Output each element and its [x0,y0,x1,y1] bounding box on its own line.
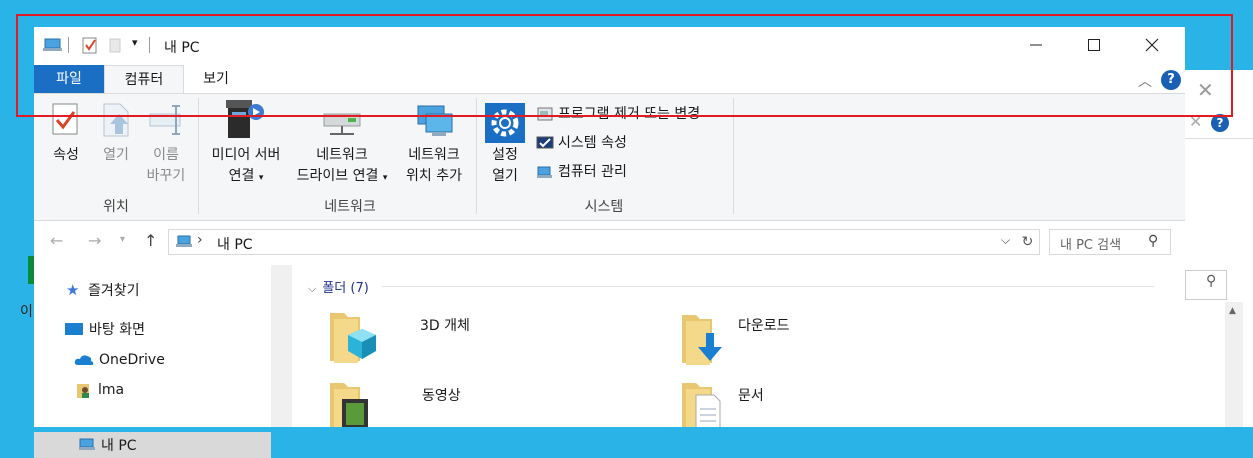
background-window: ✕ ✕ ? ⚲ ▲ [1185,70,1253,427]
nav-item-label: 즐겨찾기 [88,283,140,299]
divider [382,286,1154,287]
settings-label-line1: 설정 [492,147,518,163]
group-label-location: 위치 [103,199,129,215]
rename-button[interactable]: 이름 바꾸기 [142,145,190,187]
folder-label[interactable]: 동영상 [422,385,461,405]
open-button[interactable]: 열기 [94,145,138,166]
back-arrow-icon[interactable]: ← [50,231,63,250]
folder-label[interactable]: 문서 [738,385,764,405]
system-properties-label: 시스템 속성 [558,135,627,151]
rename-label-line1: 이름 [153,147,179,163]
forward-arrow-icon[interactable]: → [88,231,101,250]
pane-splitter[interactable] [271,265,292,427]
media-server-label-line2: 연결 ▾ [202,166,290,189]
folder-label[interactable]: 3D 개체 [420,315,470,335]
nav-item-label: 내 PC [101,438,137,454]
nav-item-label: 바탕 화면 [89,322,145,338]
content-pane: ⌵ 폴더 (7) 3D 개체 다운로드 동영상 문서 [292,265,1185,427]
section-title: 폴더 (7) [322,281,369,296]
search-icon: ⚲ [1206,273,1217,289]
chevron-down-icon: ▾ [382,173,388,183]
map-drive-label-text: 드라이브 연결 [296,168,379,184]
cloud-icon [74,355,94,365]
downloads-folder-icon[interactable] [680,311,730,365]
add-network-label-line2: 위치 추가 [406,168,462,184]
3d-objects-folder-icon[interactable] [328,309,378,365]
media-server-label-line1: 미디어 서버 [211,147,281,163]
up-arrow-icon[interactable]: ↑ [144,231,157,250]
nav-item-desktop[interactable]: 바탕 화면 [34,316,271,342]
nav-item-label: OneDrive [99,352,165,368]
folder-label[interactable]: 다운로드 [738,315,790,335]
nav-item-favorites[interactable]: ★ 즐겨찾기 [34,277,271,303]
map-drive-label-line2: 드라이브 연결 ▾ [288,166,396,189]
scroll-up-icon[interactable]: ▲ [1229,306,1236,316]
navigation-pane: ★ 즐겨찾기 바탕 화면 OneDrive lma 내 PC [34,265,271,458]
background-text: 이 [20,304,33,320]
breadcrumb-separator-icon[interactable]: › [197,232,203,248]
map-drive-button[interactable]: 네트워크 드라이브 연결 ▾ [288,145,396,189]
search-icon: ⚲ [1148,233,1159,249]
desktop-icon [65,323,83,335]
videos-folder-icon[interactable] [328,379,378,427]
system-properties-button[interactable]: 시스템 속성 [536,132,627,154]
refresh-button[interactable]: ↻ [1016,229,1040,255]
documents-folder-icon[interactable] [680,379,730,427]
computer-management-icon [537,166,552,178]
chevron-down-icon: ⌵ [308,282,317,295]
nav-item-user[interactable]: lma [34,377,271,403]
computer-icon [79,438,95,450]
chevron-down-icon: ▾ [258,173,264,183]
add-network-label-line1: 네트워크 [408,147,460,163]
breadcrumb[interactable]: 내 PC [217,234,253,254]
computer-management-button[interactable]: 컴퓨터 관리 [536,161,627,183]
media-server-label-text: 연결 [228,168,255,184]
navigation-bar: ← → ▾ ↑ › 내 PC ⌵ ↻ 내 PC 검색 ⚲ [34,221,1185,265]
star-icon: ★ [66,281,80,299]
computer-management-label: 컴퓨터 관리 [558,164,627,180]
system-properties-icon [536,136,554,149]
nav-item-this-pc[interactable]: 내 PC [34,432,271,458]
computer-icon [176,235,192,247]
group-label-network: 네트워크 [324,199,376,215]
open-settings-button[interactable]: 설정 열기 [482,145,528,187]
section-header[interactable]: ⌵ 폴더 (7) [308,277,369,296]
recent-locations-chevron-icon[interactable]: ▾ [120,234,125,245]
highlight-box [16,14,1233,117]
divider [1185,138,1253,139]
nav-item-label: lma [98,382,125,398]
rename-label-line2: 바꾸기 [146,168,186,184]
settings-label-line2: 열기 [492,168,518,184]
media-server-button[interactable]: 미디어 서버 연결 ▾ [202,145,290,189]
user-folder-icon [77,384,89,398]
address-bar[interactable]: › 내 PC ⌵ [168,229,1040,255]
scrollbar[interactable]: ▲ [1225,302,1243,427]
search-box[interactable]: ⚲ [1185,270,1227,300]
properties-button[interactable]: 속성 [42,145,90,166]
group-label-system: 시스템 [584,199,624,215]
nav-item-onedrive[interactable]: OneDrive [34,347,271,373]
search-input[interactable]: 내 PC 검색 ⚲ [1049,229,1171,255]
chevron-down-icon[interactable]: ⌵ [1001,233,1010,248]
add-network-location-button[interactable]: 네트워크 위치 추가 [398,145,470,187]
map-drive-label-line1: 네트워크 [316,147,368,163]
search-placeholder: 내 PC 검색 [1060,238,1122,253]
